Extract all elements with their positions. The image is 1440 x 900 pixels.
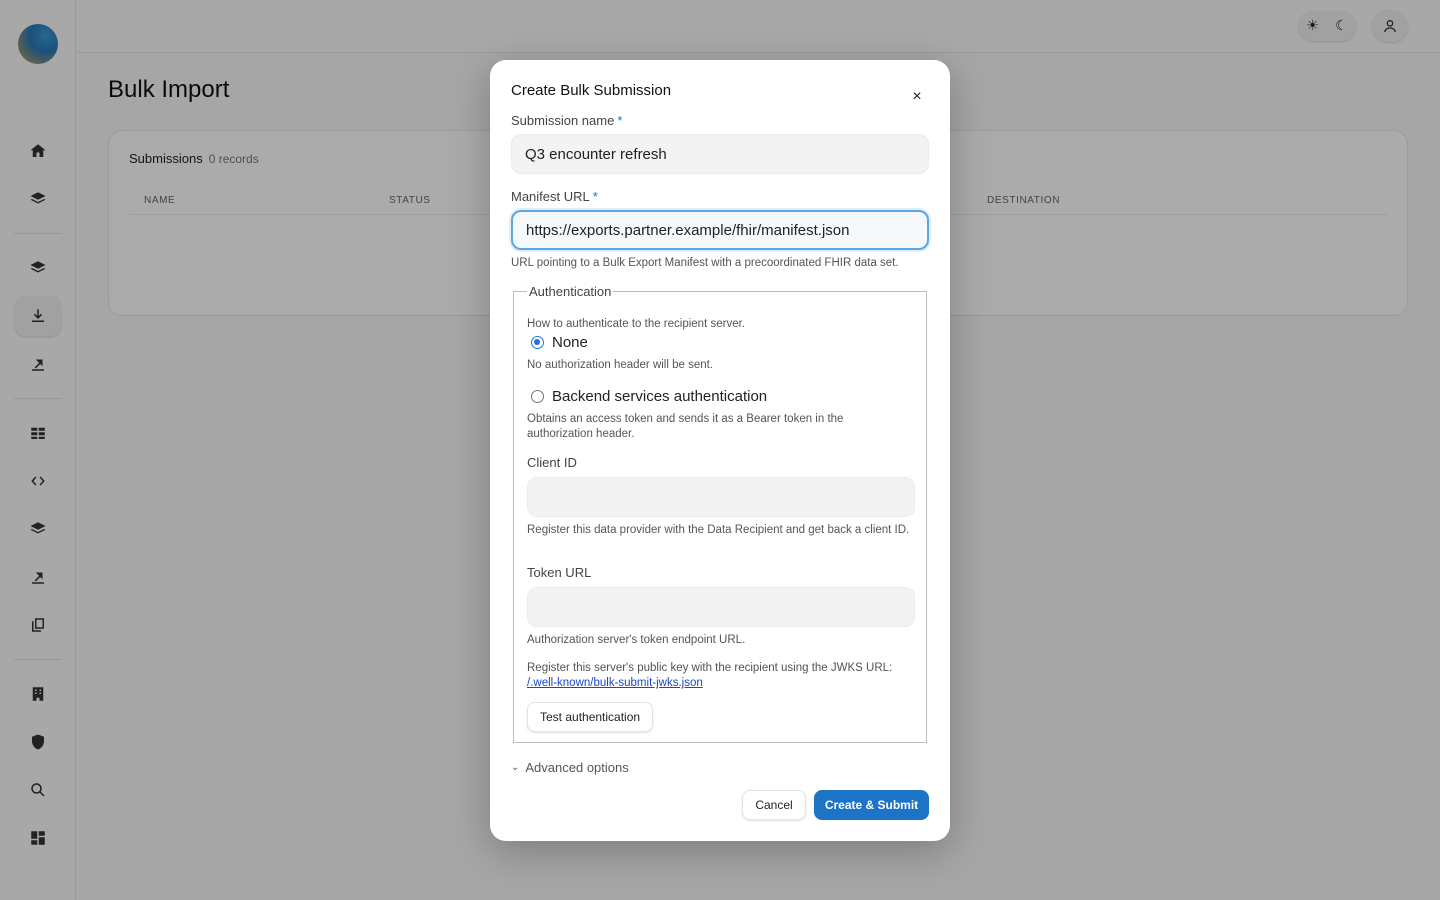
- authentication-fieldset: Authentication How to authenticate to th…: [513, 284, 927, 743]
- auth-backend-radio[interactable]: [531, 390, 544, 403]
- submission-name-label-text: Submission name: [511, 113, 615, 128]
- token-url-help: Authorization server's token endpoint UR…: [527, 634, 746, 646]
- manifest-url-input[interactable]: https://exports.partner.example/fhir/man…: [511, 210, 929, 250]
- submission-name-input[interactable]: Q3 encounter refresh: [511, 134, 929, 174]
- advanced-options-toggle[interactable]: ⌄ Advanced options: [511, 760, 629, 775]
- create-submit-button[interactable]: Create & Submit: [814, 790, 929, 820]
- submission-name-value: Q3 encounter refresh: [525, 145, 667, 163]
- auth-backend-help: Obtains an access token and sends it as …: [527, 413, 844, 440]
- jwks-instructions: Register this server's public key with t…: [527, 661, 917, 691]
- token-url-input[interactable]: [527, 587, 915, 627]
- auth-option-none[interactable]: None: [531, 334, 588, 351]
- chevron-down-icon: ⌄: [511, 762, 520, 773]
- close-button[interactable]: ×: [906, 86, 928, 108]
- manifest-url-value: https://exports.partner.example/fhir/man…: [526, 221, 850, 239]
- jwks-link[interactable]: /.well-known/bulk-submit-jwks.json: [527, 677, 703, 689]
- token-url-label: Token URL: [527, 565, 592, 580]
- manifest-url-help: URL pointing to a Bulk Export Manifest w…: [511, 257, 899, 269]
- submission-name-label: Submission name *: [511, 113, 622, 128]
- create-bulk-submission-dialog: Create Bulk Submission × Submission name…: [490, 60, 950, 841]
- test-authentication-button[interactable]: Test authentication: [527, 702, 654, 732]
- authentication-description: How to authenticate to the recipient ser…: [527, 318, 745, 330]
- required-mark: *: [617, 113, 623, 128]
- close-icon: ×: [912, 88, 922, 105]
- auth-none-label[interactable]: None: [552, 334, 588, 351]
- required-mark: *: [592, 189, 598, 204]
- auth-backend-label[interactable]: Backend services authentication: [552, 388, 767, 405]
- jwks-text: Register this server's public key with t…: [527, 662, 893, 674]
- cancel-button[interactable]: Cancel: [742, 790, 806, 820]
- manifest-url-label: Manifest URL *: [511, 189, 598, 204]
- client-id-label: Client ID: [527, 455, 577, 470]
- client-id-help: Register this data provider with the Dat…: [527, 524, 910, 536]
- auth-none-radio[interactable]: [531, 336, 544, 349]
- auth-none-help: No authorization header will be sent.: [527, 359, 714, 371]
- dialog-title: Create Bulk Submission: [511, 82, 672, 99]
- auth-option-backend[interactable]: Backend services authentication: [531, 388, 767, 405]
- client-id-input[interactable]: [527, 477, 915, 517]
- manifest-url-label-text: Manifest URL: [511, 189, 590, 204]
- advanced-options-label[interactable]: Advanced options: [525, 760, 628, 775]
- authentication-legend: Authentication: [527, 284, 614, 299]
